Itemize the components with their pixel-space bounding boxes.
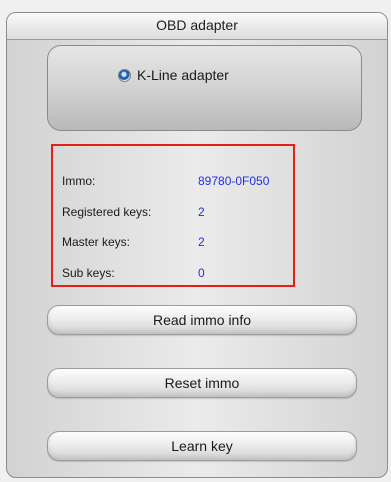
immo-label: Immo:	[62, 174, 96, 188]
read-immo-info-button[interactable]: Read immo info	[47, 305, 357, 335]
master-keys-value: 2	[198, 235, 205, 249]
sub-keys-value: 0	[198, 266, 205, 280]
panel-title: OBD adapter	[156, 17, 238, 33]
immo-value: 89780-0F050	[198, 174, 270, 188]
k-line-radio-button[interactable]	[118, 69, 131, 82]
immo-info-box: Immo: 89780-0F050 Registered keys: 2 Mas…	[51, 144, 295, 287]
sub-keys-label: Sub keys:	[62, 266, 115, 280]
obd-adapter-panel: OBD adapter K-Line adapter Immo: 89780-0…	[6, 12, 388, 478]
registered-keys-value: 2	[198, 205, 205, 219]
k-line-radio-label[interactable]: K-Line adapter	[137, 67, 229, 83]
reset-immo-button[interactable]: Reset immo	[47, 368, 357, 398]
master-keys-label: Master keys:	[62, 235, 131, 249]
panel-header: OBD adapter	[7, 13, 387, 40]
learn-key-button[interactable]: Learn key	[47, 431, 357, 461]
adapter-selection-box: K-Line adapter	[47, 45, 362, 131]
registered-keys-label: Registered keys:	[62, 205, 152, 219]
